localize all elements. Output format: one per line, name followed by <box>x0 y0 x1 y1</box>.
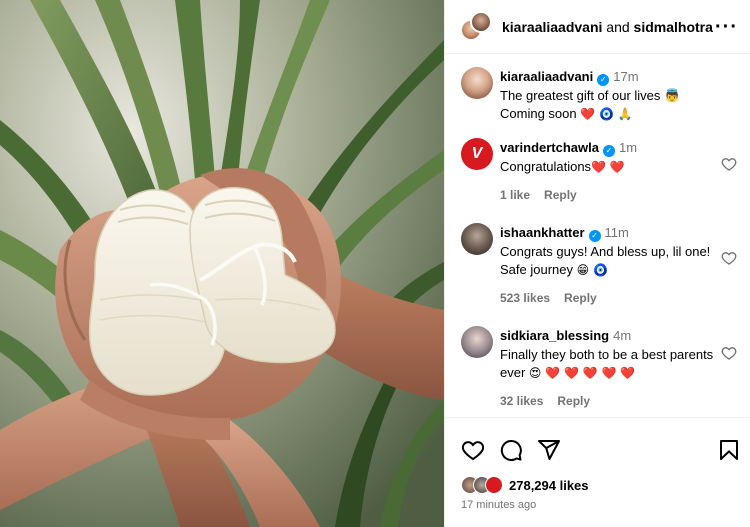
caption-emojis: ❤️ 🧿 🙏 <box>580 107 633 121</box>
author-joiner: and <box>606 18 630 35</box>
heart-icon[interactable] <box>721 156 737 172</box>
comment-icon[interactable] <box>499 438 523 462</box>
list-item: ishaankhatter ✓ 11m Congrats guys! And ble… <box>445 223 750 307</box>
comment-text: Congratulations❤️ ❤️ <box>500 158 715 176</box>
share-icon[interactable] <box>537 438 561 462</box>
post-header: kiaraaliaadvani and sidmalhotra ··· <box>445 0 750 54</box>
avatar[interactable] <box>461 326 493 358</box>
reply-button[interactable]: Reply <box>564 289 597 307</box>
post-authors: kiaraaliaadvani and sidmalhotra <box>502 19 715 35</box>
heart-icon[interactable] <box>721 250 737 266</box>
comment-username[interactable]: sidkiara_blessing <box>500 328 609 343</box>
comment-likes[interactable]: 32 likes <box>500 392 543 410</box>
list-item: varindertchawla✓1m Congratulations❤️ ❤️ … <box>445 138 750 204</box>
comments-list: kiaraaliaadvani ✓ 17m The greatest gift of… <box>445 55 750 417</box>
verified-icon: ✓ <box>597 74 610 86</box>
comment-time[interactable]: 4m <box>613 328 631 343</box>
post-timestamp[interactable]: 17 minutes ago <box>445 494 750 511</box>
comment-emojis: 😍 ❤️ ❤️ ❤️ ❤️ ❤️ <box>528 366 636 380</box>
reply-button[interactable]: Reply <box>544 186 577 204</box>
comment-username[interactable]: kiaraaliaadvani <box>500 69 593 84</box>
comment-text: Congrats guys! And bless up, lil one! Sa… <box>500 243 715 279</box>
comment-emojis: 😁 🧿 <box>576 263 608 277</box>
avatar[interactable] <box>461 138 493 170</box>
comment-time[interactable]: 11m <box>605 225 629 240</box>
collab-avatars[interactable] <box>460 10 492 43</box>
more-icon[interactable]: ··· <box>715 17 738 37</box>
heart-icon[interactable] <box>721 345 737 361</box>
author-link-sid[interactable]: sidmalhotra <box>634 19 713 35</box>
list-item: sidkiara_blessing 4m Finally they both to… <box>445 326 750 410</box>
comment-likes[interactable]: 1 like <box>500 186 530 204</box>
caption-line1: The greatest gift of our lives 👼 <box>500 88 681 103</box>
comment-time[interactable]: 1m <box>619 140 637 155</box>
post-photo[interactable] <box>0 0 444 527</box>
comment-time[interactable]: 17m <box>613 69 638 84</box>
avatar[interactable] <box>461 67 493 99</box>
caption-line2: Coming soon <box>500 106 577 121</box>
avatar[interactable] <box>470 10 492 33</box>
verified-icon: ✓ <box>588 230 601 242</box>
post-detail-panel: kiaraaliaadvani and sidmalhotra ··· kiar… <box>444 0 750 527</box>
comment-likes[interactable]: 523 likes <box>500 289 550 307</box>
caption: kiaraaliaadvani ✓ 17m The greatest gift of… <box>445 67 750 123</box>
avatar[interactable] <box>461 223 493 255</box>
caption-text: The greatest gift of our lives 👼 Coming … <box>500 87 715 123</box>
comment-username[interactable]: varindertchawla <box>500 140 599 155</box>
avatar <box>485 476 503 494</box>
comment-meta: 32 likes Reply <box>500 392 715 410</box>
post-actions: 278,294 likes 17 minutes ago <box>445 417 750 527</box>
comment-meta: 523 likes Reply <box>500 289 715 307</box>
bookmark-icon[interactable] <box>717 438 741 462</box>
action-bar <box>445 418 750 468</box>
comment-username[interactable]: ishaankhatter <box>500 225 585 240</box>
comment-text: Finally they both to be a best parents e… <box>500 346 715 382</box>
comment-emojis: ❤️ ❤️ <box>591 160 625 174</box>
comment-body: Congratulations <box>500 159 592 174</box>
author-link-kiara[interactable]: kiaraaliaadvani <box>502 19 602 35</box>
verified-icon: ✓ <box>603 145 615 157</box>
likes-summary[interactable]: 278,294 likes <box>445 468 750 494</box>
comment-meta: 1 like Reply <box>500 186 715 204</box>
reply-button[interactable]: Reply <box>557 392 590 410</box>
heart-icon[interactable] <box>461 438 485 462</box>
likes-count[interactable]: 278,294 likes <box>509 478 589 493</box>
photo-artwork <box>0 0 444 527</box>
